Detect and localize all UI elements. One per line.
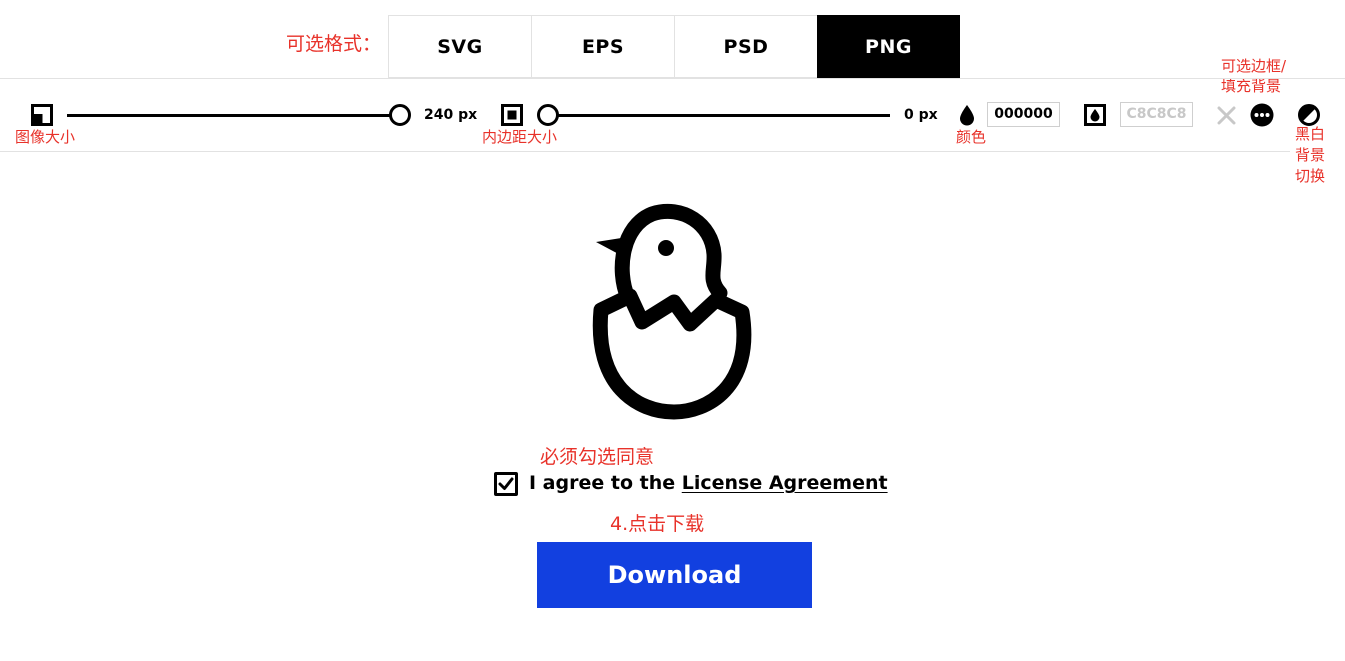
agreement-prefix: I agree to the [529, 472, 676, 494]
image-size-icon [31, 104, 53, 126]
size-slider-handle[interactable] [389, 104, 411, 126]
checkmark-icon [498, 477, 514, 490]
more-icon[interactable] [1250, 103, 1274, 127]
bw-toggle-note-2: 背景 [1295, 146, 1326, 164]
divider-top [0, 78, 1345, 79]
tab-svg[interactable]: SVG [388, 15, 531, 78]
license-agreement-link[interactable]: License Agreement [682, 472, 888, 494]
color-input[interactable]: 000000 [987, 102, 1060, 127]
click-download-note: 4.点击下载 [610, 513, 705, 535]
padding-value: 0 px [904, 107, 938, 123]
hatching-chick-icon [592, 203, 752, 420]
image-size-note: 图像大小 [15, 128, 76, 146]
formats-note: 可选格式： [286, 33, 382, 55]
close-icon[interactable] [1217, 106, 1236, 125]
agreement-text: I agree to the License Agreement [529, 472, 888, 494]
padding-slider-handle[interactable] [537, 104, 559, 126]
drop-icon [960, 105, 974, 126]
download-button[interactable]: Download [537, 542, 812, 608]
padding-note: 内边距大小 [482, 128, 558, 146]
color-note: 颜色 [956, 128, 987, 146]
drop-in-square-icon [1084, 104, 1106, 126]
background-color-input[interactable]: C8C8C8 [1120, 102, 1193, 127]
size-slider-track[interactable] [67, 114, 390, 117]
contrast-icon[interactable] [1298, 104, 1320, 126]
tab-png[interactable]: PNG [817, 15, 960, 78]
bw-toggle-note-3: 切换 [1295, 167, 1326, 185]
agree-checkbox[interactable] [494, 472, 518, 496]
tab-eps[interactable]: EPS [531, 15, 674, 78]
bw-toggle-note-1: 黑白 [1295, 125, 1326, 143]
size-value: 240 px [424, 107, 478, 123]
format-tabs: SVG EPS PSD PNG [388, 15, 960, 78]
tab-psd[interactable]: PSD [674, 15, 817, 78]
padding-icon [501, 104, 523, 126]
padding-slider-track[interactable] [548, 114, 890, 117]
border-fill-note-1: 可选边框/ [1221, 57, 1287, 75]
border-fill-note-2: 填充背景 [1221, 77, 1282, 95]
must-agree-note: 必须勾选同意 [540, 446, 655, 468]
divider-toolbar [0, 151, 1290, 152]
